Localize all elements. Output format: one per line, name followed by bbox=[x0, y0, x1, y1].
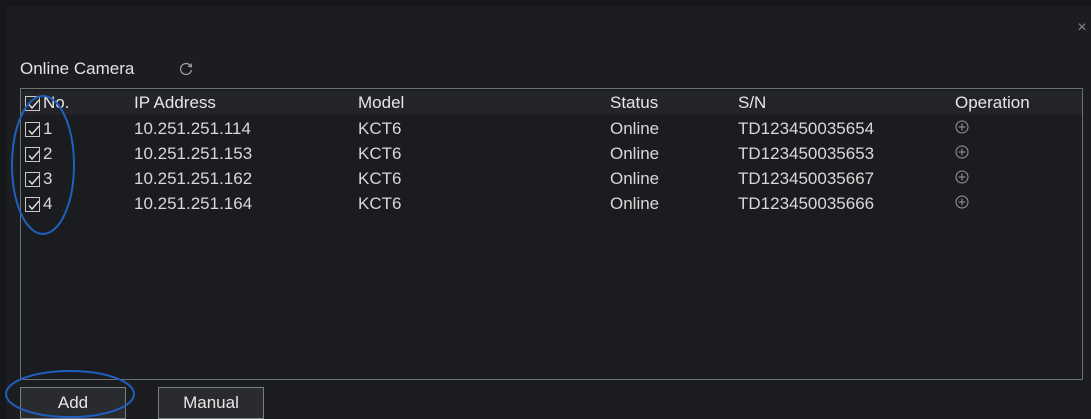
table-header: No. IP Address Model Status S/N Operatio… bbox=[21, 91, 1082, 115]
column-header-ip: IP Address bbox=[134, 93, 216, 112]
add-circle-icon[interactable] bbox=[955, 144, 969, 164]
title-row: Online Camera bbox=[20, 58, 194, 80]
row-model: KCT6 bbox=[358, 119, 402, 138]
row-sn: TD123450035653 bbox=[738, 144, 875, 163]
table-row[interactable]: 3 10.251.251.162 KCT6 Online TD123450035… bbox=[21, 167, 1082, 191]
online-camera-dialog: × Online Camera No. IP Address Model Sta… bbox=[6, 6, 1091, 419]
dialog-title: Online Camera bbox=[20, 59, 135, 78]
row-ip: 10.251.251.162 bbox=[134, 169, 253, 188]
row-ip: 10.251.251.164 bbox=[134, 194, 253, 213]
row-ip: 10.251.251.153 bbox=[134, 144, 253, 163]
row-number: 1 bbox=[43, 119, 53, 138]
row-number: 3 bbox=[43, 169, 53, 188]
row-checkbox[interactable] bbox=[25, 196, 40, 212]
row-sn: TD123450035654 bbox=[738, 119, 875, 138]
row-checkbox[interactable] bbox=[25, 146, 40, 162]
column-header-operation: Operation bbox=[955, 93, 1030, 112]
row-status: Online bbox=[610, 144, 660, 163]
row-status: Online bbox=[610, 169, 660, 188]
row-sn: TD123450035667 bbox=[738, 169, 875, 188]
add-circle-icon[interactable] bbox=[955, 194, 969, 214]
column-header-status: Status bbox=[610, 93, 659, 112]
select-all-checkbox[interactable] bbox=[25, 95, 40, 111]
row-checkbox[interactable] bbox=[25, 171, 40, 187]
header-no-cell: No. bbox=[25, 93, 69, 113]
add-circle-icon[interactable] bbox=[955, 169, 969, 189]
row-checkbox[interactable] bbox=[25, 121, 40, 137]
row-no-cell: 4 bbox=[25, 194, 52, 214]
table-row[interactable]: 1 10.251.251.114 KCT6 Online TD123450035… bbox=[21, 117, 1082, 141]
column-header-sn: S/N bbox=[738, 93, 767, 112]
table-row[interactable]: 4 10.251.251.164 KCT6 Online TD123450035… bbox=[21, 192, 1082, 216]
row-model: KCT6 bbox=[358, 194, 402, 213]
table-row[interactable]: 2 10.251.251.153 KCT6 Online TD123450035… bbox=[21, 142, 1082, 166]
row-status: Online bbox=[610, 194, 660, 213]
add-button[interactable]: Add bbox=[20, 387, 126, 419]
row-no-cell: 2 bbox=[25, 144, 52, 164]
row-sn: TD123450035666 bbox=[738, 194, 875, 213]
row-model: KCT6 bbox=[358, 144, 402, 163]
add-circle-icon[interactable] bbox=[955, 119, 969, 139]
manual-button[interactable]: Manual bbox=[158, 387, 264, 419]
row-no-cell: 1 bbox=[25, 119, 52, 139]
column-header-no: No. bbox=[43, 93, 70, 112]
row-no-cell: 3 bbox=[25, 169, 52, 189]
column-header-model: Model bbox=[358, 93, 405, 112]
row-number: 2 bbox=[43, 144, 53, 163]
camera-table: No. IP Address Model Status S/N Operatio… bbox=[20, 88, 1083, 380]
row-model: KCT6 bbox=[358, 169, 402, 188]
row-ip: 10.251.251.114 bbox=[134, 119, 251, 138]
refresh-icon[interactable] bbox=[178, 61, 194, 77]
close-icon[interactable]: × bbox=[1075, 20, 1089, 36]
row-number: 4 bbox=[43, 194, 53, 213]
row-status: Online bbox=[610, 119, 660, 138]
